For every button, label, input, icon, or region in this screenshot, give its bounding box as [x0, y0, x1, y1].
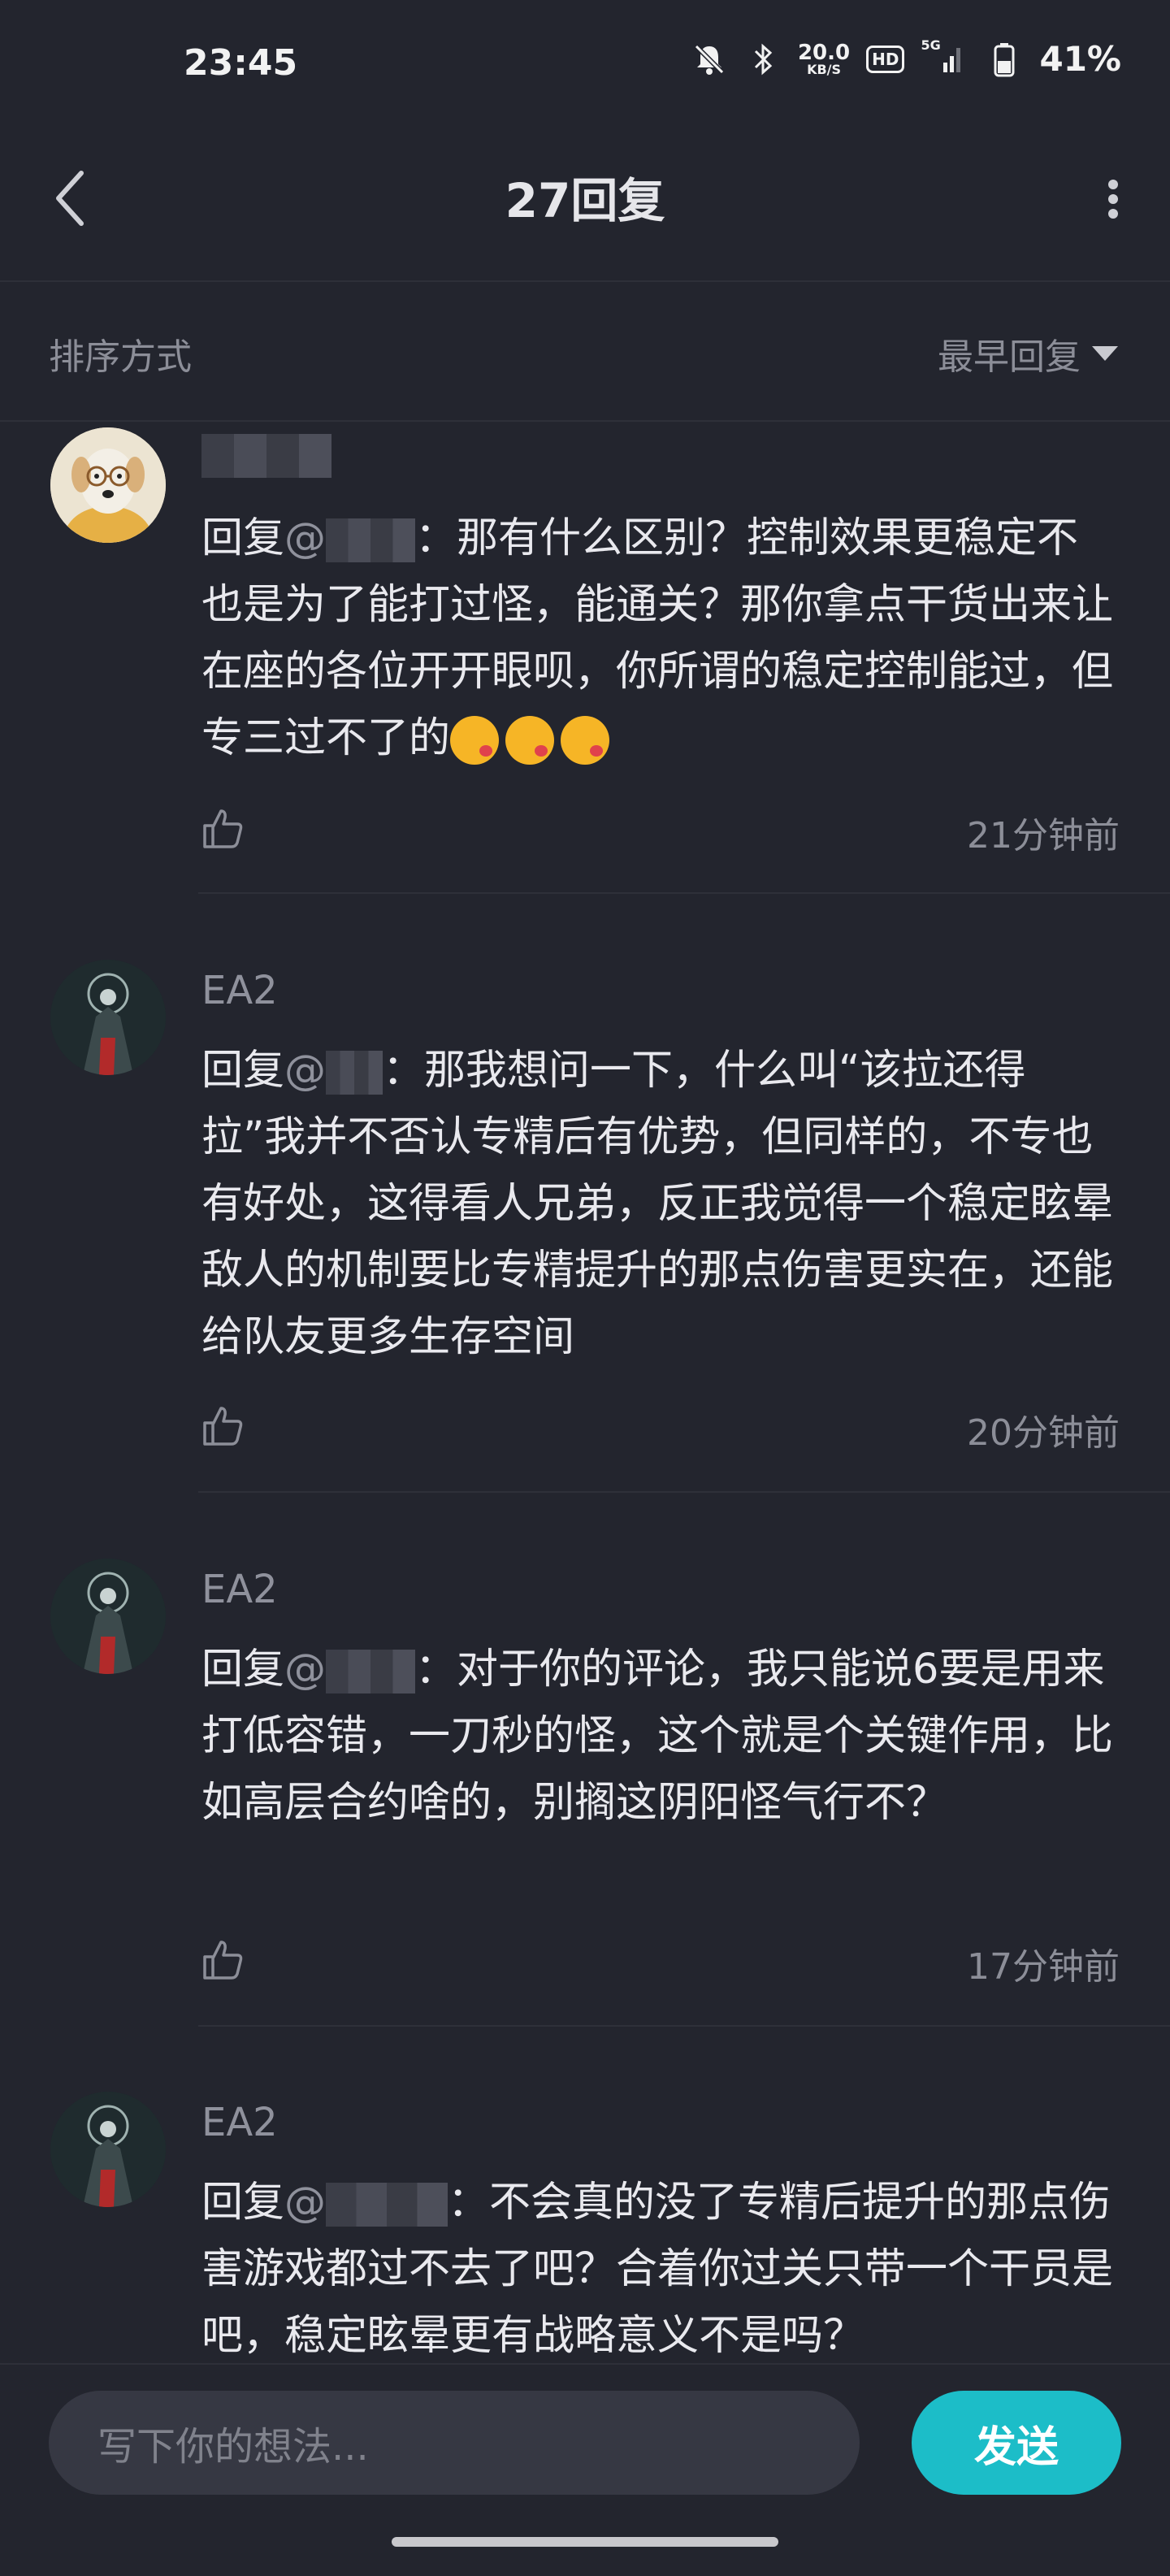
- username[interactable]: EA2: [202, 2100, 278, 2145]
- character-avatar-icon: [50, 2092, 166, 2207]
- kissing-face-icon: [450, 716, 500, 765]
- battery-icon: [986, 41, 1023, 78]
- comment-input[interactable]: 写下你的想法...: [49, 2391, 860, 2495]
- reply-prefix: 回复: [202, 1047, 285, 1095]
- sort-dropdown[interactable]: 最早回复: [938, 327, 1118, 379]
- send-button[interactable]: 发送: [912, 2391, 1121, 2495]
- comment-item: 回复@ ：那有什么区别？控制效果更稳定不也是为了能打过怪，能通关？那你拿点干货出来…: [0, 423, 1170, 894]
- home-indicator[interactable]: [392, 2537, 778, 2547]
- caret-down-icon: [1092, 346, 1118, 361]
- username[interactable]: [202, 431, 332, 478]
- status-time: 23:45: [184, 42, 298, 84]
- divider: [198, 892, 1170, 894]
- network-speed: 20.0 KB/S: [798, 42, 850, 76]
- reply-prefix: 回复: [202, 1646, 285, 1693]
- status-bar: 23:45 20.0 KB/S HD 5G 41%: [0, 0, 1170, 130]
- kissing-face-icon: [505, 716, 555, 765]
- mention-at: @: [284, 1047, 327, 1095]
- comment-time: 21分钟前: [967, 815, 1120, 856]
- username[interactable]: EA2: [202, 968, 278, 1013]
- title-bar: 27回复: [0, 130, 1170, 282]
- like-button[interactable]: [198, 1402, 247, 1451]
- username-mosaic: [202, 434, 332, 478]
- mention-link[interactable]: @: [284, 514, 416, 562]
- divider: [198, 2025, 1170, 2027]
- mute-bell-icon: [691, 41, 728, 78]
- divider: [198, 1491, 1170, 1493]
- mention-at: @: [284, 2179, 327, 2227]
- comment-time: 20分钟前: [967, 1412, 1120, 1454]
- kissing-face-icon: [561, 716, 610, 765]
- thumbs-up-icon: [203, 809, 243, 848]
- mention-mosaic: [326, 1051, 384, 1095]
- network-speed-unit: KB/S: [807, 61, 842, 77]
- comment-body: 回复@ ：不会真的没了专精后提升的那点伤害游戏都过不去了吧？合着你过关只带一个干员…: [202, 2170, 1120, 2363]
- comment-body: 回复@ ：那有什么区别？控制效果更稳定不也是为了能打过怪，能通关？那你拿点干货出来…: [202, 505, 1120, 772]
- reply-prefix: 回复: [202, 514, 285, 562]
- network-speed-value: 20.0: [797, 40, 851, 65]
- avatar[interactable]: [50, 427, 166, 543]
- comment-body: 回复@ ：对于你的评论，我只能说6要是用来打低容错，一刀秒的怪，这个就是个关键作用…: [202, 1637, 1120, 1837]
- sort-label: 排序方式: [49, 336, 192, 378]
- mention-at: @: [284, 1646, 327, 1693]
- avatar[interactable]: [50, 960, 166, 1075]
- like-button[interactable]: [198, 804, 247, 853]
- composer-bar: 写下你的想法... 发送: [0, 2363, 1170, 2576]
- avatar[interactable]: [50, 2092, 166, 2207]
- network-type: 5G: [921, 37, 941, 53]
- thumbs-up-icon: [203, 1941, 243, 1980]
- username[interactable]: EA2: [202, 1567, 278, 1612]
- comment-item: EA2 回复@ ：不会真的没了专精后提升的那点伤害游戏都过不去了吧？合着你过关只带…: [0, 2087, 1170, 2363]
- sort-value: 最早回复: [938, 336, 1081, 378]
- comment-item: EA2 回复@ ：对于你的评论，我只能说6要是用来打低容错，一刀秒的怪，这个就是个…: [0, 1554, 1170, 2027]
- page-title: 27回复: [505, 173, 665, 228]
- signal-icon: 5G: [921, 37, 969, 78]
- sort-bar: 排序方式 最早回复: [0, 282, 1170, 422]
- mention-link[interactable]: @: [284, 1047, 384, 1095]
- reply-prefix: 回复: [202, 2179, 285, 2227]
- like-button[interactable]: [198, 1936, 247, 1984]
- mention-mosaic: [326, 518, 416, 562]
- mention-mosaic: [326, 1650, 416, 1693]
- comment-body: 回复@ ：那我想问一下，什么叫“该拉还得拉”我并不否认专精后有优势，但同样的，不专…: [202, 1038, 1120, 1371]
- battery-percent: 41%: [1039, 39, 1121, 79]
- mention-at: @: [284, 514, 327, 562]
- mention-link[interactable]: @: [284, 1646, 416, 1693]
- comment-item: EA2 回复@ ：那我想问一下，什么叫“该拉还得拉”我并不否认专精后有优势，但同样…: [0, 955, 1170, 1493]
- status-icons: 20.0 KB/S HD 5G 41%: [691, 37, 1121, 79]
- more-options-button[interactable]: [1089, 163, 1138, 236]
- hd-badge: HD: [866, 45, 905, 73]
- character-avatar-icon: [50, 1559, 166, 1674]
- character-avatar-icon: [50, 960, 166, 1075]
- bluetooth-icon: [744, 41, 782, 78]
- avatar[interactable]: [50, 1559, 166, 1674]
- thumbs-up-icon: [203, 1407, 243, 1446]
- dog-avatar-icon: [50, 427, 166, 543]
- more-vertical-icon: [1108, 180, 1118, 219]
- comment-time: 17分钟前: [967, 1946, 1120, 1988]
- mention-link[interactable]: @: [284, 2179, 448, 2227]
- mention-mosaic: [326, 2183, 448, 2227]
